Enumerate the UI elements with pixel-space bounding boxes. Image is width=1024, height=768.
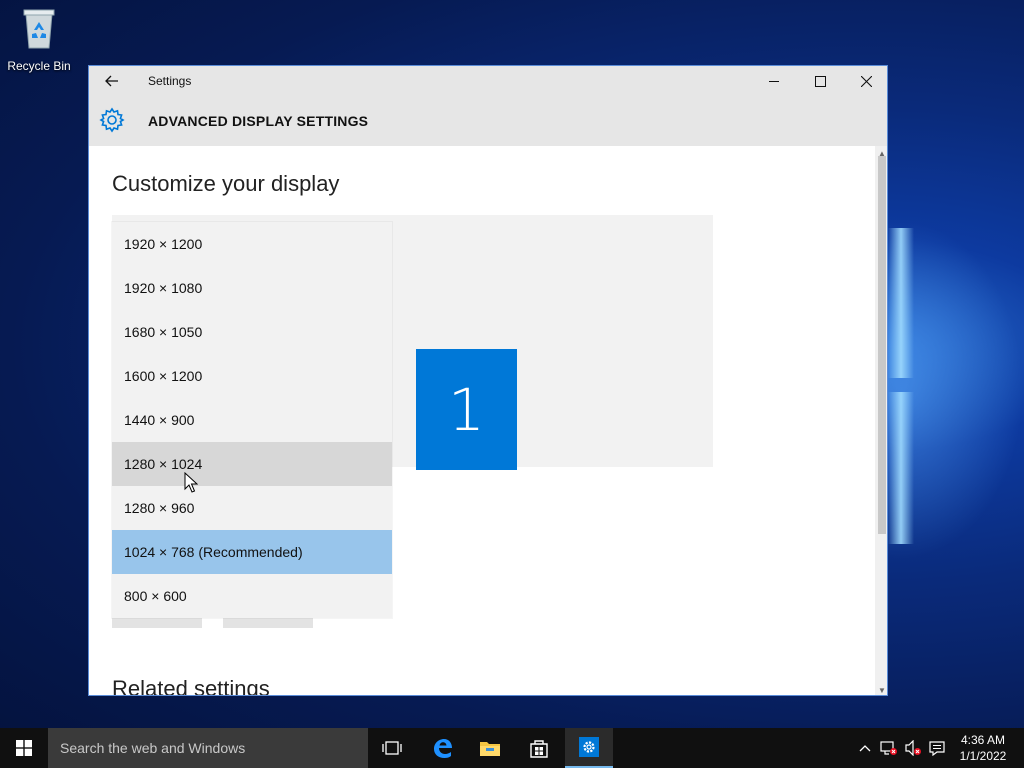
resolution-option[interactable]: 1920 × 1200 (112, 222, 392, 266)
window-title: Settings (148, 74, 192, 88)
mouse-cursor-icon (184, 472, 198, 493)
gear-icon (99, 107, 125, 133)
resolution-option-selected[interactable]: 1024 × 768 (Recommended) (112, 530, 392, 574)
edge-browser-icon (434, 739, 452, 758)
volume-muted-icon (905, 740, 921, 756)
wallpaper-light-beam (888, 392, 914, 544)
related-settings-heading: Related settings (112, 676, 270, 696)
recycle-bin-icon (23, 9, 55, 49)
wallpaper-light-beam (888, 228, 914, 378)
recycle-bin[interactable]: Recycle Bin (6, 6, 72, 73)
settings-gear-icon (579, 737, 599, 757)
network-error-icon (880, 741, 897, 755)
taskbar-search-box[interactable]: Search the web and Windows (48, 728, 368, 768)
resolution-dropdown-list: 1920 × 1200 1920 × 1080 1680 × 1050 1600… (112, 222, 392, 618)
folder-icon (480, 742, 500, 756)
search-placeholder: Search the web and Windows (60, 740, 246, 756)
resolution-option[interactable]: 1280 × 960 (112, 486, 392, 530)
store-button[interactable] (515, 728, 563, 768)
title-bar: Settings (89, 66, 887, 96)
scrollbar-thumb[interactable] (878, 156, 886, 534)
task-view-icon (382, 741, 402, 755)
apply-button[interactable] (112, 618, 202, 628)
edge-button[interactable] (418, 728, 466, 768)
resolution-option[interactable]: 1680 × 1050 (112, 310, 392, 354)
back-arrow-icon (105, 75, 118, 87)
maximize-button[interactable] (797, 66, 843, 96)
chevron-up-icon (859, 745, 871, 752)
settings-taskbar-button[interactable] (565, 728, 613, 768)
taskbar-clock[interactable]: 4:36 AM 1/1/2022 (950, 732, 1016, 764)
action-center-button[interactable] (926, 728, 948, 768)
cancel-button[interactable] (223, 618, 313, 628)
monitor-tile[interactable]: 1 (416, 349, 517, 470)
file-explorer-button[interactable] (466, 728, 514, 768)
resolution-option-hovered[interactable]: 1280 × 1024 (112, 442, 392, 486)
windows-logo-icon (16, 740, 32, 756)
scroll-down-icon[interactable]: ▼ (875, 683, 887, 695)
notifications-icon (929, 740, 945, 756)
minimize-icon (768, 80, 779, 82)
minimize-button[interactable] (751, 66, 797, 96)
close-icon (860, 75, 872, 87)
close-button[interactable] (843, 66, 887, 96)
show-hidden-icons-button[interactable] (856, 728, 874, 768)
start-button[interactable] (0, 728, 48, 768)
resolution-option[interactable]: 800 × 600 (112, 574, 392, 618)
vertical-scrollbar[interactable]: ▲ ▼ (875, 146, 887, 695)
task-view-button[interactable] (368, 728, 416, 768)
clock-date: 1/1/2022 (959, 749, 1007, 763)
network-status-button[interactable] (878, 728, 900, 768)
clock-time: 4:36 AM (960, 733, 1006, 747)
recycle-bin-label: Recycle Bin (7, 59, 71, 73)
maximize-icon (814, 75, 826, 87)
store-bag-icon (530, 740, 548, 758)
page-header: ADVANCED DISPLAY SETTINGS (89, 96, 887, 146)
volume-button[interactable] (902, 728, 924, 768)
taskbar: Search the web and Windows 4:36 AM 1/1/2… (0, 728, 1024, 768)
back-button[interactable] (97, 69, 127, 93)
page-title: ADVANCED DISPLAY SETTINGS (148, 113, 369, 129)
resolution-option[interactable]: 1920 × 1080 (112, 266, 392, 310)
resolution-option[interactable]: 1600 × 1200 (112, 354, 392, 398)
customize-display-heading: Customize your display (112, 171, 340, 196)
resolution-option[interactable]: 1440 × 900 (112, 398, 392, 442)
